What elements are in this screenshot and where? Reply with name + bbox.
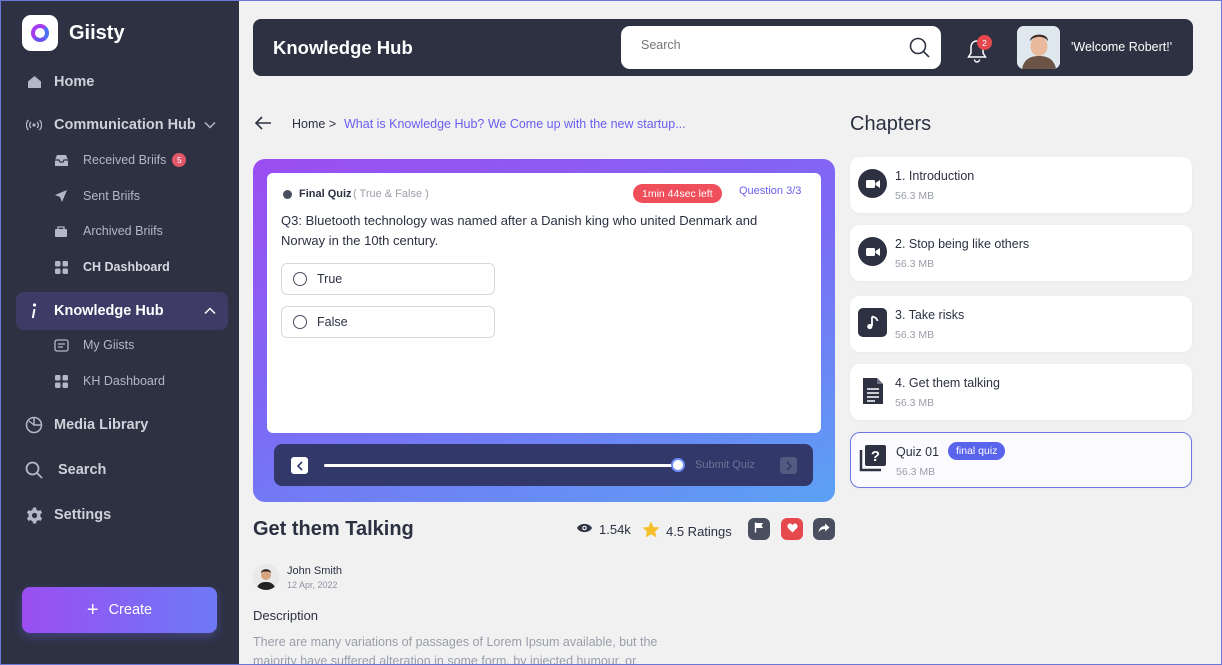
sidebar-item-archived-briifs[interactable]: Archived Briifs xyxy=(52,224,163,238)
chapter-item[interactable]: 4. Get them talking 56.3 MB xyxy=(850,364,1192,420)
chapters-heading: Chapters xyxy=(850,113,932,135)
quiz-panel: Final Quiz ( True & False ) 1min 44sec l… xyxy=(253,159,835,502)
quiz-timer-badge: 1min 44sec left xyxy=(633,184,722,203)
quiz-card: Final Quiz ( True & False ) 1min 44sec l… xyxy=(267,173,821,433)
plus-icon: + xyxy=(86,599,99,621)
chapter-item[interactable]: 3. Take risks 56.3 MB xyxy=(850,296,1192,352)
share-button[interactable] xyxy=(813,518,835,540)
question-counter: Question 3/3 xyxy=(739,185,802,197)
gear-icon xyxy=(23,507,45,524)
question-text: Q3: Bluetooth technology was named after… xyxy=(281,213,758,248)
page-title: Knowledge Hub xyxy=(273,37,413,58)
publish-date: 12 Apr, 2022 xyxy=(287,580,338,590)
notification-badge: 2 xyxy=(977,35,992,50)
logo-icon xyxy=(22,15,58,51)
broadcast-icon xyxy=(23,119,45,131)
svg-text:?: ? xyxy=(870,448,879,465)
quiz-progress-track xyxy=(324,464,679,467)
create-button[interactable]: + Create xyxy=(22,587,217,633)
heart-icon xyxy=(786,520,798,538)
submit-quiz-button[interactable]: Submit Quiz xyxy=(695,459,755,471)
chapter-item[interactable]: 1. Introduction 56.3 MB xyxy=(850,157,1192,213)
video-icon xyxy=(858,237,887,266)
welcome-text: 'Welcome Robert!' xyxy=(1071,40,1173,54)
search-icon[interactable] xyxy=(909,37,930,63)
media-icon xyxy=(23,416,45,434)
grid-icon xyxy=(52,260,70,274)
video-icon xyxy=(858,169,887,198)
quiz-controls: Submit Quiz xyxy=(274,444,813,486)
quiz-progress-handle[interactable] xyxy=(671,458,685,472)
search-input[interactable] xyxy=(641,38,891,52)
sidebar-item-media-library[interactable]: Media Library xyxy=(16,415,228,435)
radio-button[interactable] xyxy=(293,272,307,286)
quiz-label: Final Quiz xyxy=(299,188,352,200)
sidebar-item-sent-briifs[interactable]: Sent Briifs xyxy=(52,189,140,203)
final-quiz-tag: final quiz xyxy=(948,442,1006,460)
sidebar-item-communication-hub[interactable]: Communication Hub xyxy=(16,115,228,135)
radio-button[interactable] xyxy=(293,315,307,329)
document-icon xyxy=(858,376,887,405)
app-logo[interactable]: Giisty xyxy=(22,15,125,51)
rating: 4.5 Ratings xyxy=(642,521,732,541)
grid-icon xyxy=(52,374,70,388)
author-name: John Smith xyxy=(287,565,343,577)
home-icon xyxy=(23,75,45,89)
views-count: 1.54k xyxy=(576,522,631,537)
flag-icon xyxy=(754,520,764,538)
previous-question-button[interactable] xyxy=(291,457,308,474)
user-avatar[interactable] xyxy=(1017,26,1060,69)
inbox-icon xyxy=(52,154,70,167)
quiz-icon: ? xyxy=(858,443,887,472)
author-avatar xyxy=(253,564,279,590)
description-text: There are many variations of passages of… xyxy=(253,635,658,665)
star-icon xyxy=(642,521,660,541)
card-icon xyxy=(52,338,70,352)
search-bar[interactable] xyxy=(621,26,941,69)
next-question-button[interactable] xyxy=(780,457,797,474)
answer-option-true[interactable]: True xyxy=(281,263,495,295)
like-button[interactable] xyxy=(781,518,803,540)
sidebar-item-knowledge-hub[interactable]: Knowledge Hub xyxy=(16,292,228,330)
quiz-type: ( True & False ) xyxy=(353,188,429,200)
music-icon xyxy=(858,308,887,337)
info-icon xyxy=(23,303,45,319)
sidebar-item-home[interactable]: Home xyxy=(16,72,228,92)
app-name: Giisty xyxy=(69,21,125,44)
sidebar-item-ch-dashboard[interactable]: CH Dashboard xyxy=(52,260,170,274)
send-icon xyxy=(52,189,70,203)
sidebar: Giisty Home Communication Hub Received B… xyxy=(0,0,239,665)
breadcrumb-current[interactable]: What is Knowledge Hub? We Come up with t… xyxy=(344,117,686,131)
quiz-bullet-icon xyxy=(283,190,292,199)
sidebar-item-search[interactable]: Search xyxy=(16,460,228,480)
archive-icon xyxy=(52,225,70,238)
share-icon xyxy=(818,520,830,538)
chevron-down-icon[interactable] xyxy=(204,117,216,133)
search-icon xyxy=(23,461,45,479)
sidebar-item-settings[interactable]: Settings xyxy=(16,505,228,525)
sidebar-item-kh-dashboard[interactable]: KH Dashboard xyxy=(52,374,165,388)
lesson-title: Get them Talking xyxy=(253,518,414,540)
answer-option-false[interactable]: False xyxy=(281,306,495,338)
received-count-badge: 5 xyxy=(172,153,187,167)
description-heading: Description xyxy=(253,608,319,623)
flag-button[interactable] xyxy=(748,518,770,540)
top-header: Knowledge Hub 2 'Welcome Robert!' xyxy=(253,19,1193,76)
sidebar-item-received-briifs[interactable]: Received Briifs 5 xyxy=(52,153,187,167)
breadcrumb-home[interactable]: Home > xyxy=(292,117,336,131)
chapter-item-quiz[interactable]: ? Quiz 01 final quiz 56.3 MB xyxy=(850,432,1192,488)
back-arrow-icon[interactable] xyxy=(254,115,272,136)
sidebar-item-my-giists[interactable]: My Giists xyxy=(52,338,134,352)
chevron-up-icon[interactable] xyxy=(204,303,216,319)
chapter-item[interactable]: 2. Stop being like others 56.3 MB xyxy=(850,225,1192,281)
eye-icon xyxy=(576,522,593,537)
